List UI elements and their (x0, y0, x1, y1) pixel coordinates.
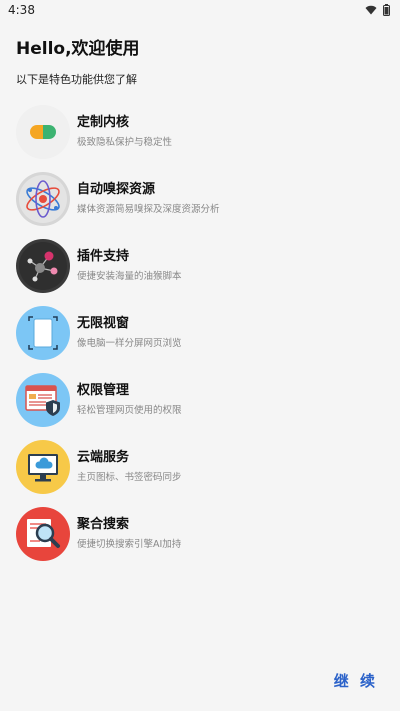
feature-title: 权限管理 (77, 382, 130, 398)
feature-title: 插件支持 (77, 248, 130, 264)
feature-title: 自动嗅探资源 (77, 181, 156, 197)
status-bar: 4:38 (0, 0, 400, 20)
feature-desc: 便捷切换搜索引擎AI加持 (77, 538, 182, 550)
feature-item-aggregated-search: 聚合搜索 便捷切换搜索引擎AI加持 (16, 500, 384, 567)
feature-item-plugin-support: 插件支持 便捷安装海量的油猴脚本 (16, 232, 384, 299)
kernel-icon (16, 104, 70, 159)
feature-title: 无限视窗 (77, 315, 130, 331)
page-subtitle: 以下是特色功能供您了解 (16, 73, 137, 86)
shield-permission-icon (16, 372, 70, 427)
magnifier-search-icon (16, 506, 70, 561)
feature-title: 定制内核 (77, 114, 130, 130)
plugin-network-icon (16, 238, 70, 293)
battery-icon (383, 4, 390, 16)
continue-button[interactable]: 继 续 (334, 670, 378, 691)
cloud-monitor-icon (16, 439, 70, 494)
wifi-icon (365, 5, 377, 15)
feature-list: 定制内核 极致隐私保护与稳定性 自动嗅探资源 媒体资源简易嗅探及深度资源分析 插… (16, 98, 384, 567)
feature-desc: 极致隐私保护与稳定性 (77, 136, 173, 148)
feature-item-auto-sniff: 自动嗅探资源 媒体资源简易嗅探及深度资源分析 (16, 165, 384, 232)
feature-desc: 媒体资源简易嗅探及深度资源分析 (77, 203, 220, 215)
window-icon (16, 305, 70, 360)
feature-desc: 像电脑一样分屏网页浏览 (77, 337, 182, 349)
feature-desc: 主页图标、书签密码同步 (77, 471, 182, 483)
feature-desc: 便捷安装海量的油猴脚本 (77, 270, 182, 282)
status-time: 4:38 (8, 3, 35, 17)
feature-title: 云端服务 (77, 449, 130, 465)
page-title: Hello,欢迎使用 (16, 39, 140, 59)
feature-item-cloud-service: 云端服务 主页图标、书签密码同步 (16, 433, 384, 500)
feature-item-custom-kernel: 定制内核 极致隐私保护与稳定性 (16, 98, 384, 165)
feature-item-permission-management: 权限管理 轻松管理网页使用的权限 (16, 366, 384, 433)
feature-title: 聚合搜索 (77, 516, 130, 532)
atom-sniff-icon (16, 171, 70, 226)
feature-desc: 轻松管理网页使用的权限 (77, 404, 182, 416)
feature-item-infinite-window: 无限视窗 像电脑一样分屏网页浏览 (16, 299, 384, 366)
